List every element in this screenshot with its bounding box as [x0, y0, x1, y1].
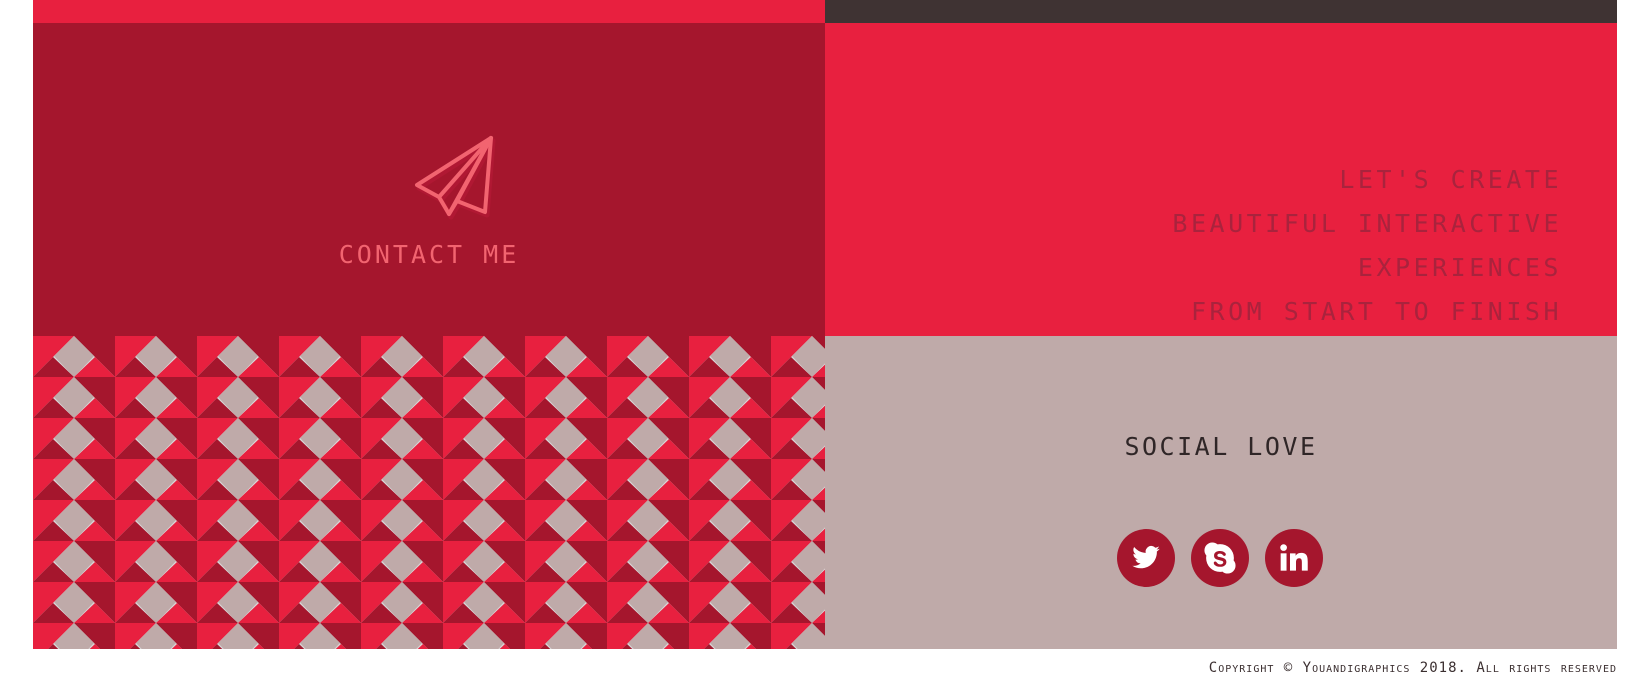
contact-me-link[interactable]: CONTACT ME	[33, 240, 825, 270]
contact-panel[interactable]	[33, 23, 825, 336]
social-icons	[1117, 529, 1323, 587]
twitter-button[interactable]	[1117, 529, 1175, 587]
social-panel: SOCIAL LOVE	[825, 336, 1617, 649]
tagline: LET'S CREATE BEAUTIFUL INTERACTIVE EXPER…	[1172, 158, 1562, 334]
pattern-svg	[33, 336, 825, 649]
linkedin-button[interactable]	[1265, 529, 1323, 587]
tagline-panel: LET'S CREATE BEAUTIFUL INTERACTIVE EXPER…	[825, 23, 1617, 336]
geometric-pattern-image	[33, 336, 825, 649]
tagline-line: FROM START TO FINISH	[1190, 297, 1562, 326]
top-accent-strip	[33, 0, 825, 23]
tagline-line: LET'S CREATE	[1339, 165, 1562, 194]
copyright-text: Copyright © Youandigraphics 2018. All ri…	[1208, 660, 1617, 676]
paper-plane-icon[interactable]	[413, 135, 497, 223]
twitter-icon	[1132, 545, 1160, 569]
tagline-line: EXPERIENCES	[1357, 253, 1562, 282]
skype-icon	[1204, 542, 1236, 574]
social-title: SOCIAL LOVE	[1124, 432, 1318, 461]
linkedin-icon	[1280, 544, 1308, 571]
skype-button[interactable]	[1191, 529, 1249, 587]
tagline-line: BEAUTIFUL INTERACTIVE	[1172, 209, 1562, 238]
top-dark-strip	[825, 0, 1617, 23]
